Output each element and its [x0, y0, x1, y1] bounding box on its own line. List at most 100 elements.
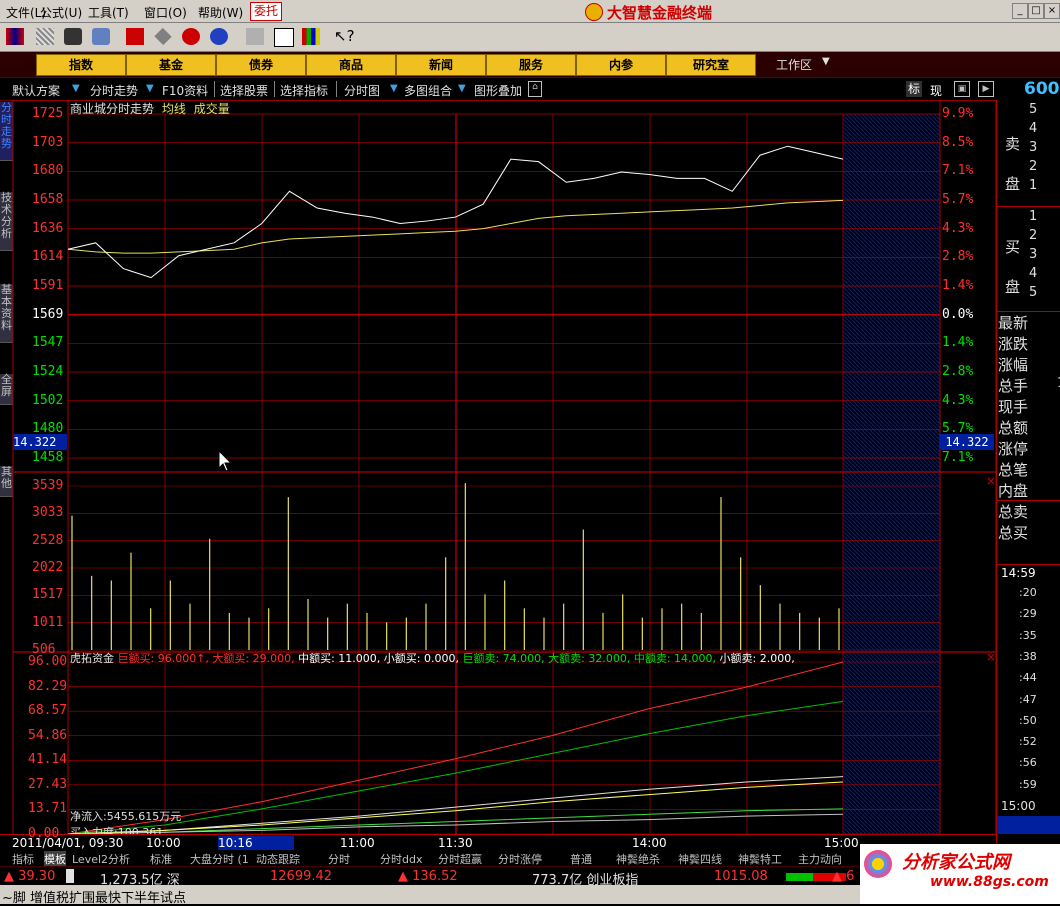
multi-chart-dropdown-icon[interactable]: ▼ — [458, 83, 466, 94]
quote-field-label: 总手 — [998, 377, 1029, 395]
tick-time: :50 — [1019, 713, 1037, 727]
legend-volume: 成交量 — [193, 102, 230, 116]
eye-red-icon[interactable] — [182, 28, 200, 45]
close-fund-icon[interactable]: × — [986, 650, 996, 664]
close-volume-icon[interactable]: × — [986, 474, 996, 488]
select-indicator-button[interactable]: 选择指标 — [280, 82, 328, 99]
indicator-tab[interactable]: 动态跟踪 — [256, 851, 300, 867]
intraday-trend-button[interactable]: 分时走势 — [90, 82, 138, 99]
nav-fund-button[interactable]: 基金 — [126, 54, 216, 76]
indicator-tab[interactable]: 主力动向 — [798, 851, 842, 867]
lock-icon[interactable]: ⌂ — [528, 81, 542, 97]
workspace-dropdown-icon[interactable]: ▼ — [822, 56, 830, 67]
pct-axis-label: 2.8% — [942, 249, 974, 265]
status-index-change: ▲ 39.30 — [4, 869, 56, 884]
tick-time-header: 14:59 — [1001, 566, 1036, 580]
minimize-icon[interactable]: _ — [1012, 3, 1028, 19]
fund-axis-label: 41.14 — [28, 752, 68, 768]
indicator-tab[interactable]: Level2分析 — [72, 851, 130, 867]
expand-icon[interactable]: ▶ — [978, 81, 994, 97]
buy-level: 3 — [1029, 247, 1038, 262]
fund-item: 大额买: 29.000, — [208, 652, 295, 665]
intraday-dropdown-icon[interactable]: ▼ — [146, 83, 154, 94]
fund-item: 中额卖: 14.000, — [630, 652, 717, 665]
select-stock-button[interactable]: 选择股票 — [220, 82, 268, 99]
indicator-tab[interactable]: 神鬓特工 — [738, 851, 782, 867]
fund-item: 巨额买: 96.000↑, — [117, 652, 209, 665]
intraday-chart-button[interactable]: 分时图 — [344, 82, 380, 99]
multi-chart-button[interactable]: 多图组合 — [404, 82, 452, 99]
indicator-tab[interactable]: 模板 — [44, 851, 66, 867]
workspace-label[interactable]: 工作区 — [776, 56, 812, 73]
pct-axis-label: 7.1% — [942, 450, 974, 465]
tab-current[interactable]: 现 — [930, 82, 942, 99]
menu-help[interactable]: 帮助(W) — [198, 4, 243, 21]
price-axis-label: 1591 — [32, 278, 64, 293]
indicator-tab[interactable]: 标准 — [150, 851, 172, 867]
close-icon[interactable]: × — [1044, 3, 1060, 19]
pct-axis-label: 8.5% — [942, 134, 974, 150]
fund-axis-label: 0.00 — [28, 826, 60, 841]
layout-icon[interactable]: ▣ — [954, 81, 970, 97]
fund-item: 巨额卖: 74.000, — [458, 652, 545, 665]
grid-icon[interactable] — [36, 28, 54, 45]
indicator-tab[interactable]: 分时 — [328, 851, 350, 867]
diamond-icon[interactable] — [154, 27, 172, 46]
indicator-tab[interactable]: 分时涨停 — [498, 851, 542, 867]
quote-field-label: 涨跌 — [998, 335, 1029, 353]
nav-bond-button[interactable]: 债券 — [216, 54, 306, 76]
status-gem-index: 1015.08 — [714, 869, 768, 884]
nav-research-button[interactable]: 研究室 — [666, 54, 756, 76]
tab-mark[interactable]: 标 — [906, 81, 922, 97]
tick-time: :38 — [1019, 649, 1037, 663]
text-icon[interactable] — [126, 28, 144, 45]
books-icon[interactable] — [302, 28, 320, 45]
cursor-price-right: 14.322 — [940, 434, 994, 450]
menu-tools[interactable]: 工具(T) — [88, 4, 129, 21]
menu-formula[interactable]: 公式(U) — [40, 4, 82, 21]
printer-icon[interactable] — [246, 28, 264, 45]
menu-bar: 文件(L) 公式(U) 工具(T) 窗口(O) 帮助(W) 委托 大智慧金融终端… — [0, 0, 1060, 23]
after-hours-area — [843, 114, 940, 836]
binocular-icon[interactable] — [64, 28, 82, 45]
tick-time: :56 — [1019, 756, 1037, 770]
maximize-icon[interactable]: □ — [1028, 3, 1044, 19]
window-icon[interactable] — [274, 28, 294, 47]
intraday-chart-dropdown-icon[interactable]: ▼ — [390, 83, 398, 94]
legend-avg: 均线 — [161, 102, 186, 116]
volume-axis-label: 2022 — [32, 560, 64, 575]
nav-news-button[interactable]: 新闻 — [396, 54, 486, 76]
pct-axis-label: 1.4% — [942, 335, 974, 351]
indicator-tab[interactable]: 分时ddx — [380, 851, 422, 867]
indicator-tab[interactable]: 分时超赢 — [438, 851, 482, 867]
indicator-tab[interactable]: 神鬓四线 — [678, 851, 722, 867]
quote-icon[interactable] — [6, 28, 24, 45]
pct-axis-label: 2.8% — [942, 364, 974, 379]
price-axis-label: 1680 — [32, 163, 64, 179]
indicator-tab[interactable]: 普通 — [570, 851, 592, 867]
quote-field-label: 现手 — [998, 398, 1029, 416]
f10-button[interactable]: F10资料 — [162, 82, 208, 99]
menu-window[interactable]: 窗口(O) — [144, 4, 187, 21]
fund-item: 中额买: 11.000, — [294, 652, 381, 665]
nav-service-button[interactable]: 服务 — [486, 54, 576, 76]
default-scheme-button[interactable]: 默认方案 — [12, 82, 60, 99]
alert-icon[interactable] — [92, 28, 110, 45]
indicator-tab[interactable]: 指标 — [12, 851, 34, 867]
nav-insider-button[interactable]: 内参 — [576, 54, 666, 76]
intraday-chart — [12, 100, 997, 836]
entrust-button[interactable]: 委托 — [250, 2, 283, 21]
price-axis-label: 1658 — [32, 192, 64, 207]
overlay-button[interactable]: 图形叠加 — [474, 82, 522, 99]
nav-commodity-button[interactable]: 商品 — [306, 54, 396, 76]
pct-axis-label: 7.1% — [942, 163, 974, 179]
eye-blue-icon[interactable] — [210, 28, 228, 45]
sell-level: 1 — [1029, 178, 1038, 193]
indicator-tab[interactable]: 大盘分时 (1 — [190, 851, 249, 867]
price-axis-label: 1614 — [32, 249, 64, 265]
news-ticker-text[interactable]: ~脚 增值税扩围最快下半年试点 — [2, 887, 186, 906]
help-cursor-icon[interactable]: ↖? — [334, 28, 355, 45]
nav-index-button[interactable]: 指数 — [36, 54, 126, 76]
indicator-tab[interactable]: 神鬓绝杀 — [616, 851, 660, 867]
default-scheme-dropdown-icon[interactable]: ▼ — [72, 83, 80, 94]
